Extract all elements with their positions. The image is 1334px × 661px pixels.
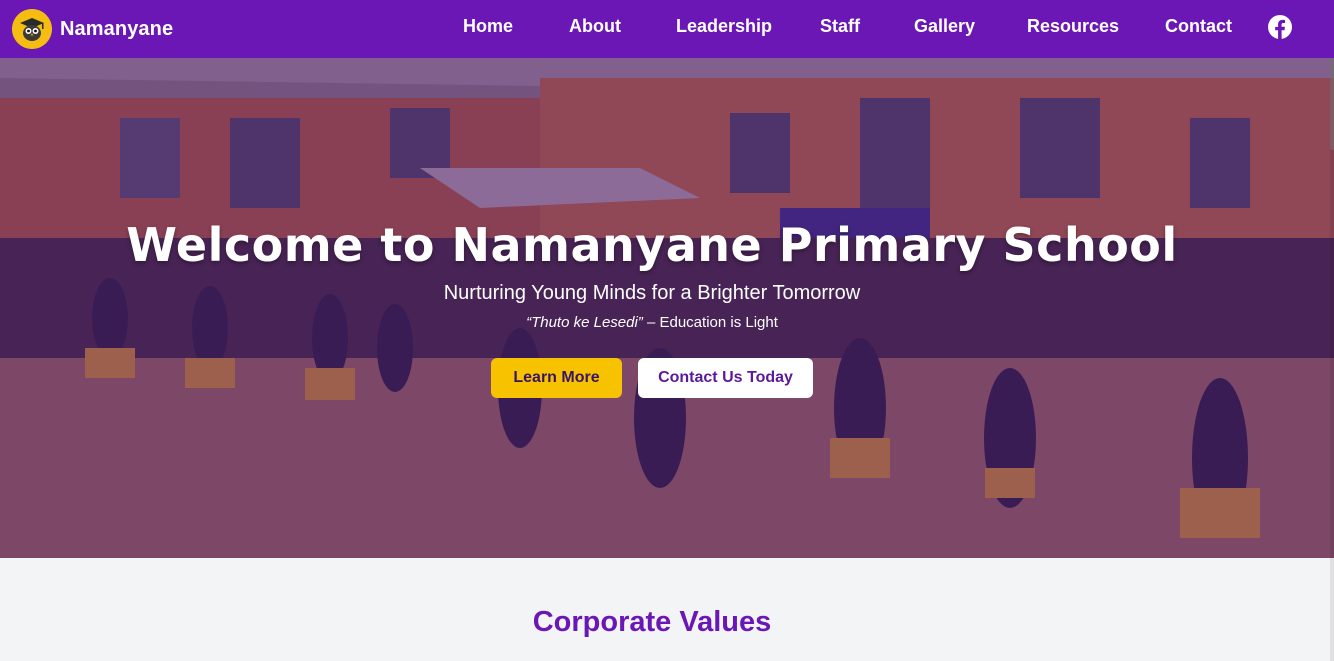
motto-translation: – Education is Light	[642, 314, 778, 331]
page-scrollbar[interactable]	[1330, 0, 1334, 661]
contact-us-button[interactable]: Contact Us Today	[638, 358, 813, 398]
nav-link-resources[interactable]: Resources	[1027, 16, 1119, 37]
corporate-values-section: Corporate Values	[0, 558, 1334, 661]
nav-link-gallery[interactable]: Gallery	[914, 16, 975, 37]
nav-link-leadership[interactable]: Leadership	[676, 16, 772, 37]
brand-name: Namanyane	[60, 17, 174, 40]
hero-content: Welcome to Namanyane Primary School Nurt…	[0, 58, 1334, 558]
facebook-icon[interactable]	[1268, 15, 1292, 39]
nav-link-staff[interactable]: Staff	[820, 16, 860, 37]
hero-subtitle: Nurturing Young Minds for a Brighter Tom…	[443, 282, 861, 304]
nav-link-about[interactable]: About	[569, 16, 621, 37]
hero-motto: “Thuto ke Lesedi” – Education is Light	[0, 314, 1304, 331]
learn-more-button[interactable]: Learn More	[491, 358, 622, 398]
brand-link[interactable]: Namanyane	[12, 9, 173, 49]
nav-link-home[interactable]: Home	[463, 16, 513, 37]
nav-link-contact[interactable]: Contact	[1165, 16, 1232, 37]
hero-title: Welcome to Namanyane Primary School	[126, 218, 1178, 272]
school-logo-icon	[12, 9, 52, 49]
section-title: Corporate Values	[532, 606, 772, 638]
motto-quote: “Thuto ke Lesedi”	[526, 314, 643, 331]
top-navbar: Namanyane Home About Leadership Staff Galler…	[0, 0, 1334, 58]
hero-section: Welcome to Namanyane Primary School Nurt…	[0, 58, 1334, 558]
